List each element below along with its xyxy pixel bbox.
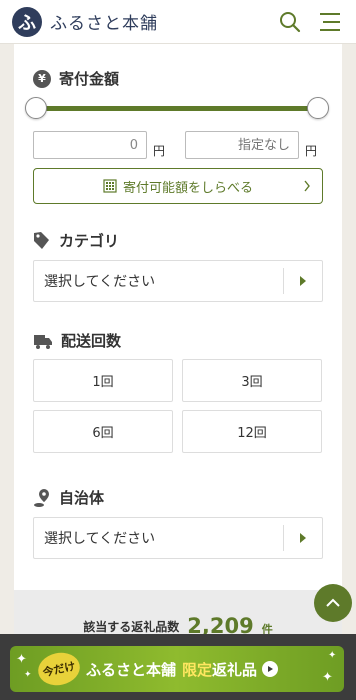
- check-donation-limit-button[interactable]: 寄付可能額をしらべる: [33, 168, 323, 204]
- search-filter-panel: ¥ 寄付金額 円 円 寄付可能額をしらべる カテゴリ 選択してください: [14, 44, 342, 644]
- max-amount-input[interactable]: [185, 131, 299, 159]
- check-donation-limit-label: 寄付可能額をしらべる: [122, 180, 253, 196]
- min-amount-input[interactable]: [33, 131, 147, 159]
- hamburger-menu-icon: [320, 12, 340, 31]
- yen-icon: ¥: [33, 69, 51, 88]
- logo-mark[interactable]: ふ: [12, 6, 42, 37]
- banner-text: 返礼品: [212, 660, 258, 679]
- limited-time-badge: 今だけ: [35, 648, 83, 690]
- calculator-icon: [103, 179, 117, 193]
- min-unit-label: 円: [153, 144, 166, 158]
- donation-section-title: ¥ 寄付金額: [33, 68, 119, 89]
- banner-brand: ふるさと本舗: [86, 660, 177, 679]
- delivery-option-6[interactable]: 6回: [33, 410, 173, 453]
- menu-button[interactable]: [318, 10, 342, 34]
- site-title[interactable]: ふるさと本舗: [50, 9, 158, 34]
- sparkle-icon: ✦: [328, 650, 337, 661]
- delivery-option-12[interactable]: 12回: [182, 410, 322, 453]
- max-unit-label: 円: [305, 144, 318, 158]
- municipality-section-title: 自治体: [33, 487, 104, 508]
- municipality-title-label: 自治体: [59, 489, 105, 507]
- chevron-right-icon: [304, 180, 310, 192]
- municipality-select-value: 選択してください: [44, 531, 156, 547]
- arrow-right-icon: [262, 661, 279, 677]
- category-select[interactable]: 選択してください: [33, 260, 323, 302]
- chevron-up-icon: [326, 598, 340, 607]
- donation-range-slider[interactable]: [32, 106, 322, 111]
- delivery-section-title: 配送回数: [33, 330, 121, 351]
- caret-right-icon: [284, 276, 322, 286]
- map-pin-icon: [34, 488, 49, 507]
- category-select-value: 選択してください: [44, 274, 156, 290]
- sparkle-icon: ✦: [322, 670, 333, 685]
- header-actions: [278, 10, 342, 34]
- category-title-label: カテゴリ: [59, 232, 120, 250]
- result-count-label: 該当する返礼品数: [83, 619, 180, 634]
- banner-highlight: 限定: [182, 660, 213, 679]
- limited-gift-banner[interactable]: ✦ ✦ ✦ ✦ 今だけ ふるさと本舗 限定 返礼品: [10, 646, 344, 692]
- caret-right-icon: [284, 533, 322, 543]
- truck-icon: [34, 334, 52, 349]
- municipality-select[interactable]: 選択してください: [33, 517, 323, 559]
- slider-min-handle[interactable]: [25, 97, 47, 119]
- delivery-option-3[interactable]: 3回: [182, 359, 322, 402]
- donation-title-label: 寄付金額: [59, 70, 120, 88]
- delivery-title-label: 配送回数: [61, 332, 122, 350]
- category-section-title: カテゴリ: [33, 230, 119, 251]
- delivery-option-1[interactable]: 1回: [33, 359, 173, 402]
- sparkle-icon: ✦: [24, 670, 32, 680]
- slider-max-handle[interactable]: [307, 97, 329, 119]
- search-button[interactable]: [278, 10, 302, 34]
- app-header: ふ ふるさと本舗: [0, 0, 356, 44]
- search-icon: [280, 11, 301, 32]
- sparkle-icon: ✦: [16, 652, 27, 667]
- scroll-to-top-button[interactable]: [314, 584, 352, 622]
- tag-icon: [34, 231, 49, 249]
